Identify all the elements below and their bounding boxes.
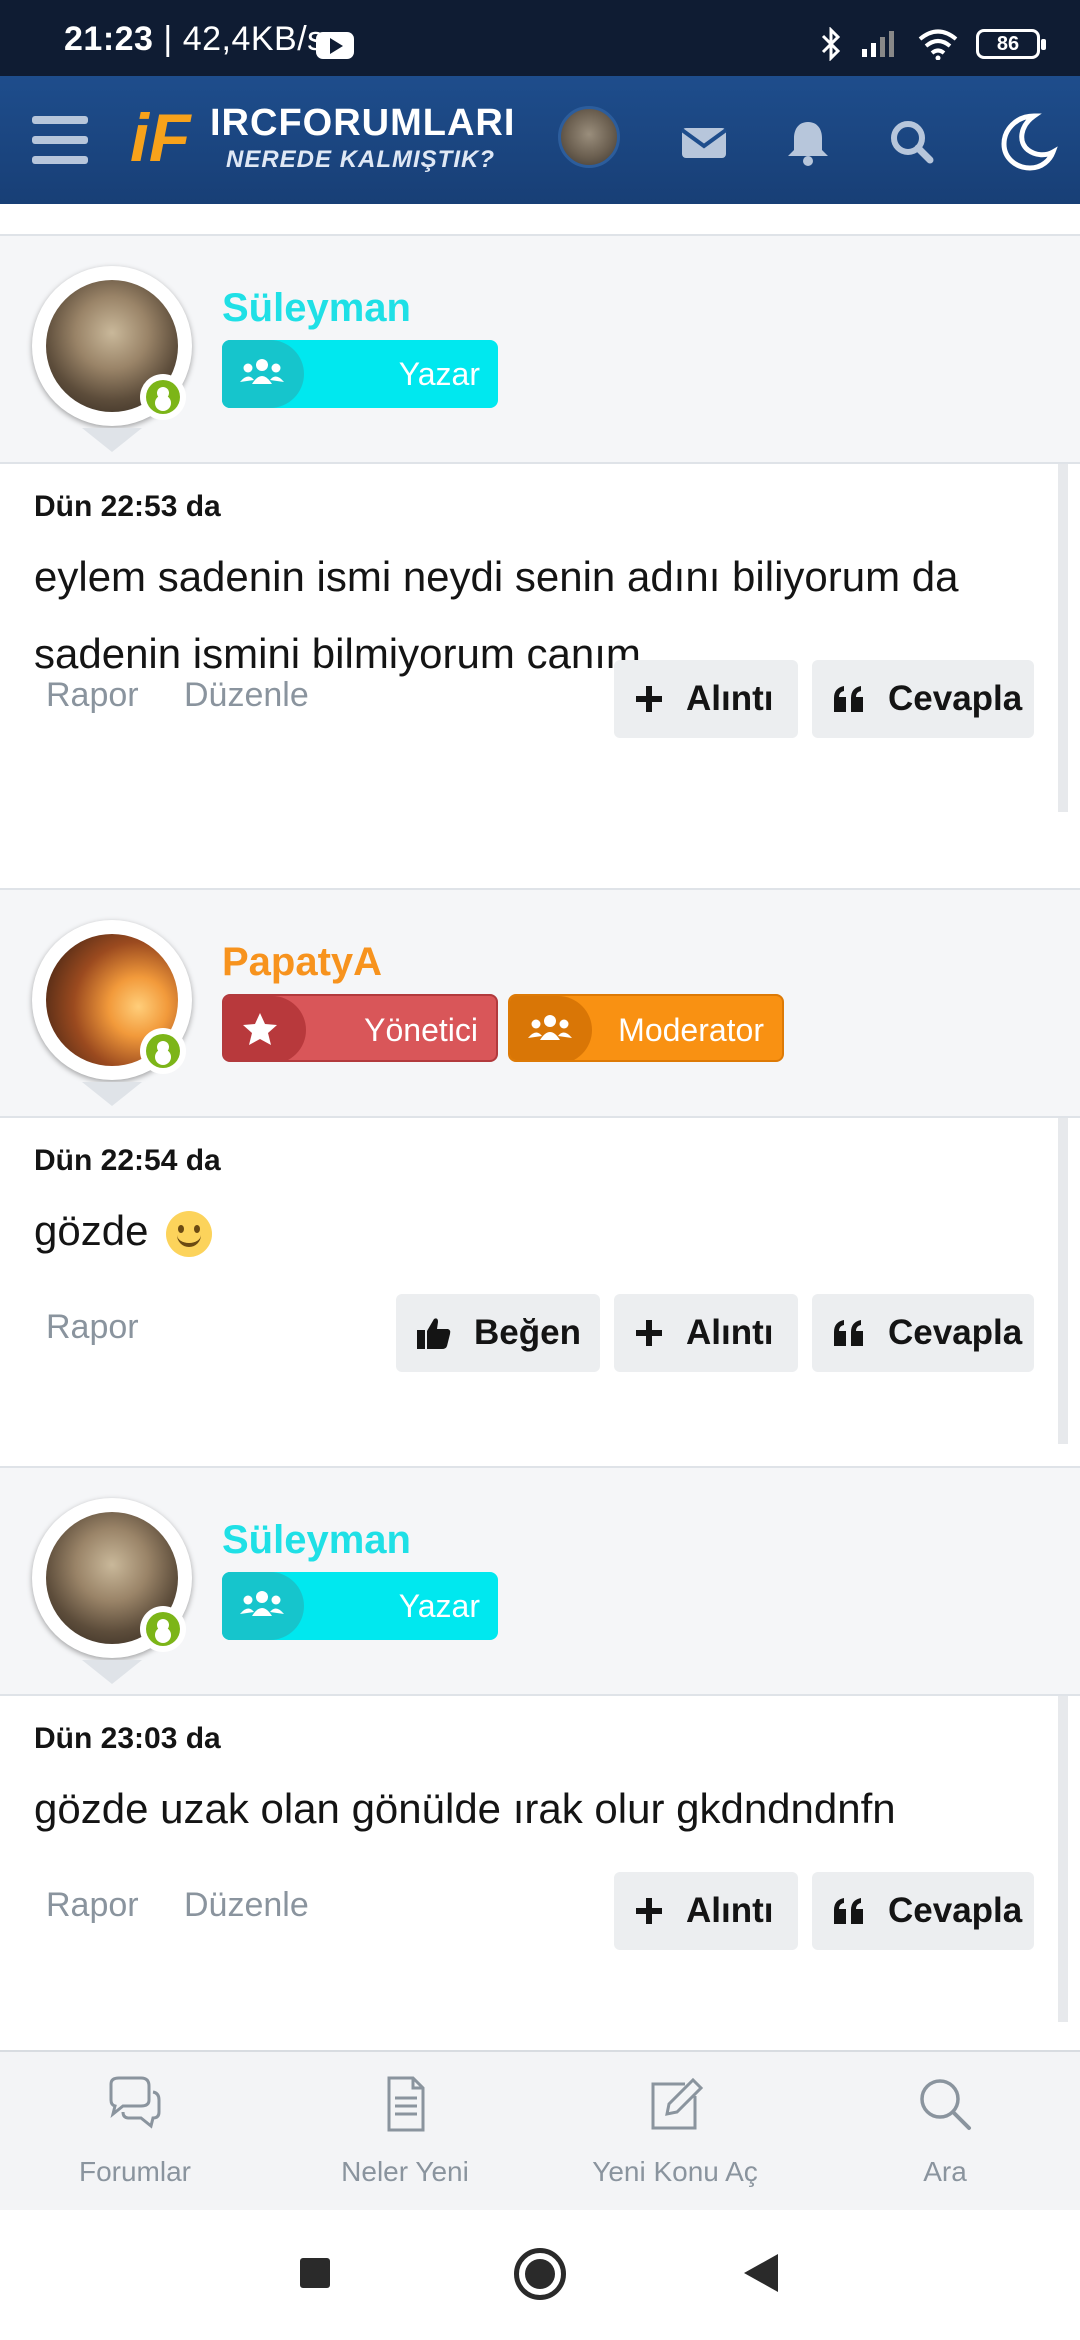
quote-icon: [834, 1898, 863, 1924]
back-button[interactable]: [744, 2254, 778, 2292]
status-bar: 21:23 | 42,4KB/s 86: [0, 0, 1080, 76]
post-body: Dün 22:54 da gözde Rapor Beğen Alıntı Ce…: [0, 1118, 1068, 1444]
site-logo[interactable]: iF IRCFORUMLARI NEREDE KALMIŞTIK?: [130, 100, 530, 180]
post-author-header: PapatyA Yönetici Moderator: [0, 888, 1080, 1118]
online-status-icon: [140, 374, 186, 420]
report-link[interactable]: Rapor: [46, 676, 139, 715]
battery-icon: 86: [976, 29, 1046, 59]
nav-new-thread[interactable]: Yeni Konu Aç: [540, 2052, 810, 2212]
site-header: iF IRCFORUMLARI NEREDE KALMIŞTIK?: [0, 76, 1080, 204]
plus-icon: [636, 1320, 662, 1346]
status-time: 21:23 | 42,4KB/s: [64, 20, 325, 58]
recents-button[interactable]: [300, 2258, 330, 2288]
signal-icon: [862, 31, 894, 57]
star-icon-glyph: [243, 1013, 277, 1045]
edit-icon: [651, 2077, 704, 2130]
group-icon-glyph: [240, 359, 284, 384]
avatar-pointer: [82, 1082, 142, 1106]
avatar-pointer: [82, 428, 142, 452]
user-badges: Yazar: [222, 1572, 498, 1640]
quote-icon: [834, 686, 863, 712]
reply-button[interactable]: Cevapla: [812, 660, 1034, 738]
system-navigation-bar: [0, 2210, 1080, 2340]
youtube-icon: [316, 32, 354, 59]
user-badges: Yönetici Moderator: [222, 994, 784, 1062]
report-link[interactable]: Rapor: [46, 1886, 139, 1925]
reply-button[interactable]: Cevapla: [812, 1294, 1034, 1372]
thumbs-up-icon: [417, 1318, 451, 1349]
user-avatar[interactable]: [558, 106, 620, 168]
search-icon: [920, 2079, 971, 2130]
quote-icon: [834, 1320, 863, 1346]
author-avatar[interactable]: [32, 920, 192, 1080]
bottom-navigation: Forumlar Neler Yeni Yeni Konu Aç Ara: [0, 2050, 1080, 2210]
nav-search[interactable]: Ara: [810, 2052, 1080, 2212]
author-avatar[interactable]: [32, 1498, 192, 1658]
post-date[interactable]: Dün 22:54 da: [34, 1144, 221, 1178]
home-button[interactable]: [514, 2248, 566, 2300]
quote-button[interactable]: Alıntı: [614, 660, 798, 738]
nav-whats-new[interactable]: Neler Yeni: [270, 2052, 540, 2212]
group-icon-glyph: [528, 1015, 572, 1040]
badge-moderator: Moderator: [508, 994, 784, 1062]
edit-link[interactable]: Düzenle: [184, 1886, 309, 1925]
post-message: gözde: [34, 1192, 1024, 1269]
author-username[interactable]: PapatyA: [222, 940, 382, 985]
online-status-icon: [140, 1606, 186, 1652]
badge-yazar: Yazar: [222, 340, 498, 408]
group-icon-glyph: [240, 1591, 284, 1616]
report-link[interactable]: Rapor: [46, 1308, 139, 1347]
badge-yonetici: Yönetici: [222, 994, 498, 1062]
moon-icon[interactable]: [996, 110, 1058, 172]
plus-icon: [636, 1898, 662, 1924]
avatar-pointer: [82, 1660, 142, 1684]
menu-icon[interactable]: [32, 116, 88, 164]
badge-yazar: Yazar: [222, 1572, 498, 1640]
post-date[interactable]: Dün 22:53 da: [34, 490, 221, 524]
like-button[interactable]: Beğen: [396, 1294, 600, 1372]
bell-icon[interactable]: [780, 114, 836, 170]
post-author-header: Süleyman Yazar: [0, 1466, 1080, 1696]
post-date[interactable]: Dün 23:03 da: [34, 1722, 221, 1756]
logo-mark: iF: [130, 100, 191, 176]
search-icon[interactable]: [884, 114, 940, 170]
user-badges: Yazar: [222, 340, 498, 408]
author-username[interactable]: Süleyman: [222, 286, 411, 331]
status-icons: 86: [820, 24, 1046, 64]
logo-title: IRCFORUMLARI: [210, 102, 516, 144]
edit-link[interactable]: Düzenle: [184, 676, 309, 715]
wifi-icon: [918, 29, 958, 60]
logo-subtitle: NEREDE KALMIŞTIK?: [226, 146, 495, 173]
chat-bubbles-icon: [109, 2076, 161, 2129]
quote-button[interactable]: Alıntı: [614, 1294, 798, 1372]
bluetooth-icon: [821, 27, 841, 61]
post-body: Dün 22:53 da eylem sadenin ismi neydi se…: [0, 464, 1068, 812]
post-author-header: Süleyman Yazar: [0, 234, 1080, 464]
smile-emoji-icon: [166, 1210, 213, 1257]
plus-icon: [636, 686, 662, 712]
author-username[interactable]: Süleyman: [222, 1518, 411, 1563]
online-status-icon: [140, 1028, 186, 1074]
nav-forums[interactable]: Forumlar: [0, 2052, 270, 2212]
post-body: Dün 23:03 da gözde uzak olan gönülde ıra…: [0, 1696, 1068, 2022]
reply-button[interactable]: Cevapla: [812, 1872, 1034, 1950]
mail-icon[interactable]: [676, 114, 732, 170]
document-icon: [387, 2076, 425, 2132]
author-avatar[interactable]: [32, 266, 192, 426]
post-message: gözde uzak olan gönülde ırak olur gkdndn…: [34, 1785, 896, 1832]
quote-button[interactable]: Alıntı: [614, 1872, 798, 1950]
